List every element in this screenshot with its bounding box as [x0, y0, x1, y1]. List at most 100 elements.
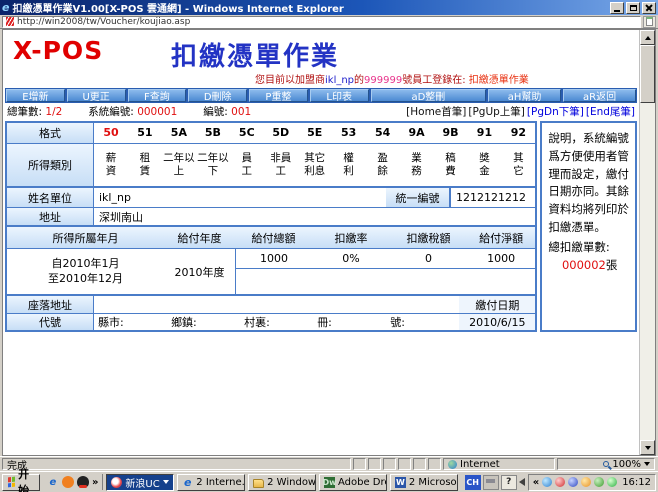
task-windows-explorer-group[interactable]: 2 Windows... [248, 473, 316, 491]
format-code-92[interactable]: 92 [501, 123, 535, 143]
address-bar: http://win2008/tw/Voucher/koujiao.asp [0, 15, 658, 29]
printer-icon[interactable] [482, 474, 499, 490]
format-code-53[interactable]: 53 [332, 123, 366, 143]
amounts-empty-field[interactable] [235, 269, 536, 294]
format-code-5a[interactable]: 5A [162, 123, 196, 143]
address-input[interactable]: http://win2008/tw/Voucher/koujiao.asp [2, 15, 641, 28]
gross-field[interactable]: 1000 [235, 249, 312, 268]
category-over-2y[interactable]: 二年以 上 [162, 144, 196, 186]
category-bonus[interactable]: 獎 金 [467, 144, 501, 186]
scroll-up-button[interactable] [640, 30, 655, 45]
category-employee[interactable]: 員 工 [230, 144, 264, 186]
book-field[interactable]: 冊: [313, 314, 387, 330]
close-button[interactable] [642, 1, 656, 14]
page-button[interactable] [643, 15, 656, 28]
update-tray-icon[interactable] [607, 477, 618, 487]
number-field[interactable]: 號: [386, 314, 460, 330]
add-button[interactable]: E增新 [6, 89, 65, 103]
im-tray-icon[interactable] [568, 477, 579, 487]
location-field[interactable] [94, 296, 460, 313]
net-field[interactable]: 1000 [467, 249, 536, 268]
close-icon [645, 4, 653, 12]
format-code-9b[interactable]: 9B [434, 123, 468, 143]
delete-button[interactable]: D刪除 [188, 89, 248, 103]
quicklaunch-overflow-icon[interactable]: » [92, 477, 98, 488]
system-no-value: 000001 [137, 105, 178, 118]
network-tray-icon[interactable] [594, 477, 605, 487]
start-button[interactable]: 开始 [2, 468, 40, 492]
qq-tray-icon[interactable] [555, 477, 566, 487]
identity-table: 姓名單位 ikl_np 統一編號 1212121212 地址 深圳南山 [5, 186, 538, 227]
scroll-track[interactable] [640, 103, 655, 440]
category-business[interactable]: 業 務 [400, 144, 434, 186]
minimize-button[interactable] [610, 1, 624, 14]
task-word-group[interactable]: W 2 Microso... [389, 473, 458, 491]
category-surplus[interactable]: 盈 餘 [366, 144, 400, 186]
format-code-5c[interactable]: 5C [230, 123, 264, 143]
scroll-down-button[interactable] [640, 440, 655, 455]
nav-next-link[interactable]: [PgDn下筆] [527, 104, 584, 119]
refresh-button[interactable]: P重整 [249, 89, 308, 103]
uc-quicklaunch-icon[interactable] [61, 476, 74, 488]
help-button[interactable]: aH幫助 [488, 89, 562, 103]
update-button[interactable]: U更正 [66, 89, 126, 103]
category-label: 所得類別 [7, 144, 94, 186]
scroll-thumb[interactable] [640, 45, 655, 103]
name-field[interactable]: ikl_np [94, 188, 386, 207]
format-code-54[interactable]: 54 [366, 123, 400, 143]
format-code-51[interactable]: 51 [128, 123, 162, 143]
format-code-91[interactable]: 91 [467, 123, 501, 143]
format-code-5b[interactable]: 5B [196, 123, 230, 143]
category-rent[interactable]: 租 賃 [128, 144, 162, 186]
period-field[interactable]: 自2010年1月 至2010年12月 [7, 249, 164, 294]
task-sina-uc[interactable]: 新浪UC [106, 473, 175, 491]
format-code-5d[interactable]: 5D [264, 123, 298, 143]
quick-launch: e » [43, 474, 104, 490]
form-main: 格式 50 51 5A 5B 5C 5D 5E 53 54 9A 9B 91 9… [5, 121, 538, 332]
task-dreamweaver[interactable]: Dw Adobe Drea... [319, 473, 387, 491]
format-code-5e[interactable]: 5E [298, 123, 332, 143]
code-label: 代號 [7, 314, 94, 330]
sound-tray-icon[interactable] [581, 477, 592, 487]
taskbar-clock[interactable]: 16:12 [622, 477, 651, 488]
year-field[interactable]: 2010年度 [164, 249, 235, 294]
category-manuscript[interactable]: 稿 費 [434, 144, 468, 186]
maximize-button[interactable] [626, 1, 640, 14]
category-under-2y[interactable]: 二年以 下 [196, 144, 230, 186]
rate-field[interactable]: 0% [312, 249, 390, 268]
uid-field[interactable]: 1212121212 [450, 188, 536, 207]
zoom-dropdown-icon[interactable] [644, 462, 650, 466]
toolbar: E增新 U更正 F查詢 D刪除 P重整 L印表 aD整刪 aH幫助 aR返回 [5, 88, 637, 103]
category-salary[interactable]: 薪 資 [94, 144, 128, 186]
county-field[interactable]: 縣市: [94, 314, 168, 330]
format-code-50[interactable]: 50 [94, 123, 128, 143]
qq-quicklaunch-icon[interactable] [76, 476, 89, 488]
village-field[interactable]: 村裏: [240, 314, 314, 330]
print-button[interactable]: L印表 [309, 89, 369, 103]
msn-tray-icon[interactable] [542, 477, 553, 487]
nav-first-link[interactable]: [Home首筆] [406, 104, 466, 119]
category-royalty[interactable]: 權 利 [332, 144, 366, 186]
language-indicator[interactable]: CH [464, 474, 481, 490]
task-group-arrow-icon[interactable] [163, 480, 170, 484]
format-code-9a[interactable]: 9A [400, 123, 434, 143]
nav-last-link[interactable]: [End尾筆] [586, 104, 635, 119]
category-other-interest[interactable]: 其它 利息 [298, 144, 332, 186]
nav-prev-link[interactable]: [PgUp上筆] [468, 104, 525, 119]
amounts-sub-values: 1000 0% 0 1000 [235, 249, 536, 268]
tax-field[interactable]: 0 [390, 249, 467, 268]
tray-collapse-icon[interactable]: « [533, 477, 539, 488]
ie-quicklaunch-icon[interactable]: e [47, 476, 59, 488]
return-button[interactable]: aR返回 [563, 89, 637, 103]
zoom-control[interactable]: 100% [557, 458, 655, 470]
addr-field[interactable]: 深圳南山 [94, 208, 536, 225]
category-non-employee[interactable]: 非員 工 [264, 144, 298, 186]
volume-icon[interactable] [518, 478, 525, 486]
task-internet-explorer-group[interactable]: e 2 Interne... [177, 473, 246, 491]
query-button[interactable]: F查詢 [127, 89, 187, 103]
help-icon[interactable]: ? [500, 474, 517, 490]
category-other[interactable]: 其 它 [501, 144, 535, 186]
vertical-scrollbar[interactable] [639, 30, 655, 455]
township-field[interactable]: 鄉鎮: [167, 314, 241, 330]
batch-delete-button[interactable]: aD整刪 [370, 89, 487, 103]
